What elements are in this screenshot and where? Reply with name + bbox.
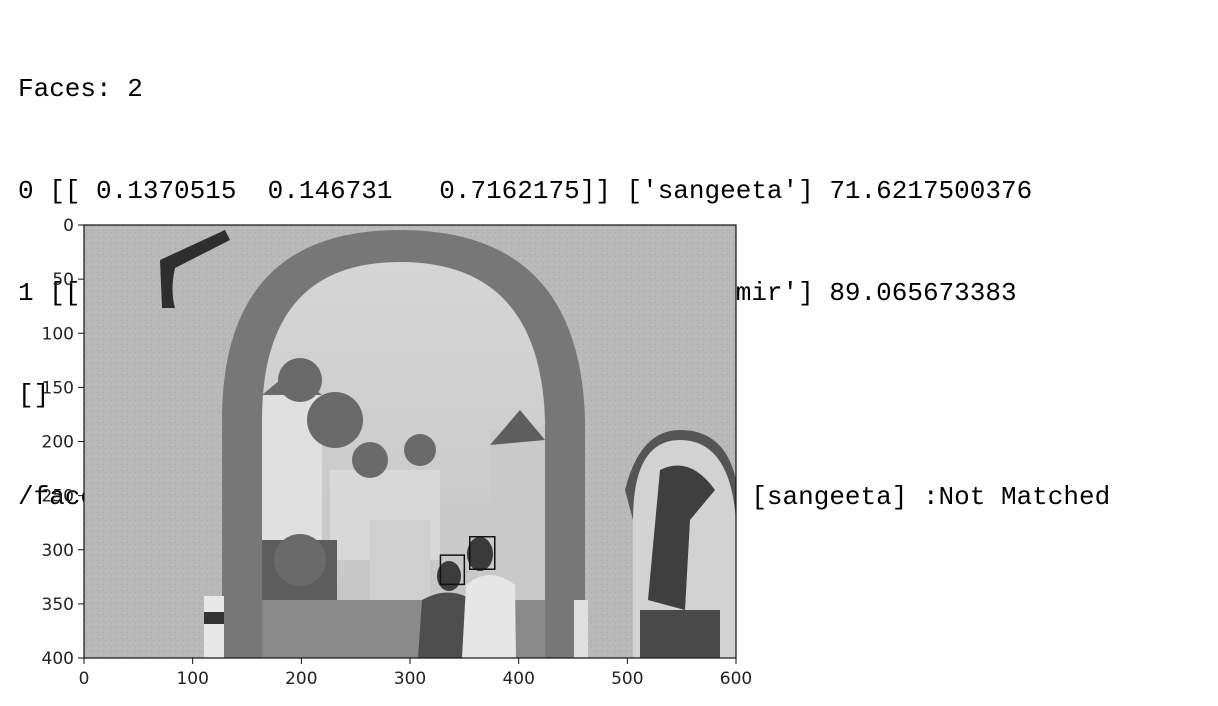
y-tick-label: 200 [42,433,74,453]
y-tick-label: 400 [42,649,74,669]
x-tick-label: 100 [176,669,208,689]
y-tick-label: 0 [63,216,74,236]
post-left [204,596,224,658]
x-tick-label: 600 [720,669,752,689]
y-tick-label: 150 [42,378,74,398]
y-tick-label: 350 [42,595,74,615]
image-plot: 0 100 200 300 400 500 600 0 50 100 150 200 250 300 35… [42,216,753,689]
y-tick-label: 300 [42,541,74,561]
y-axis: 0 50 100 150 200 250 300 350 400 [42,216,84,669]
photo [84,225,736,658]
y-tick-label: 100 [42,324,74,344]
post-right [574,600,588,658]
x-tick-label: 500 [611,669,643,689]
x-tick-label: 400 [502,669,534,689]
x-tick-label: 200 [285,669,317,689]
right-wall [640,610,720,658]
x-tick-label: 300 [394,669,426,689]
post-left-stripe [204,612,224,624]
x-tick-label: 0 [79,669,90,689]
x-axis: 0 100 200 300 400 500 600 [79,658,752,689]
y-tick-label: 50 [52,270,74,290]
y-tick-label: 250 [42,487,74,507]
